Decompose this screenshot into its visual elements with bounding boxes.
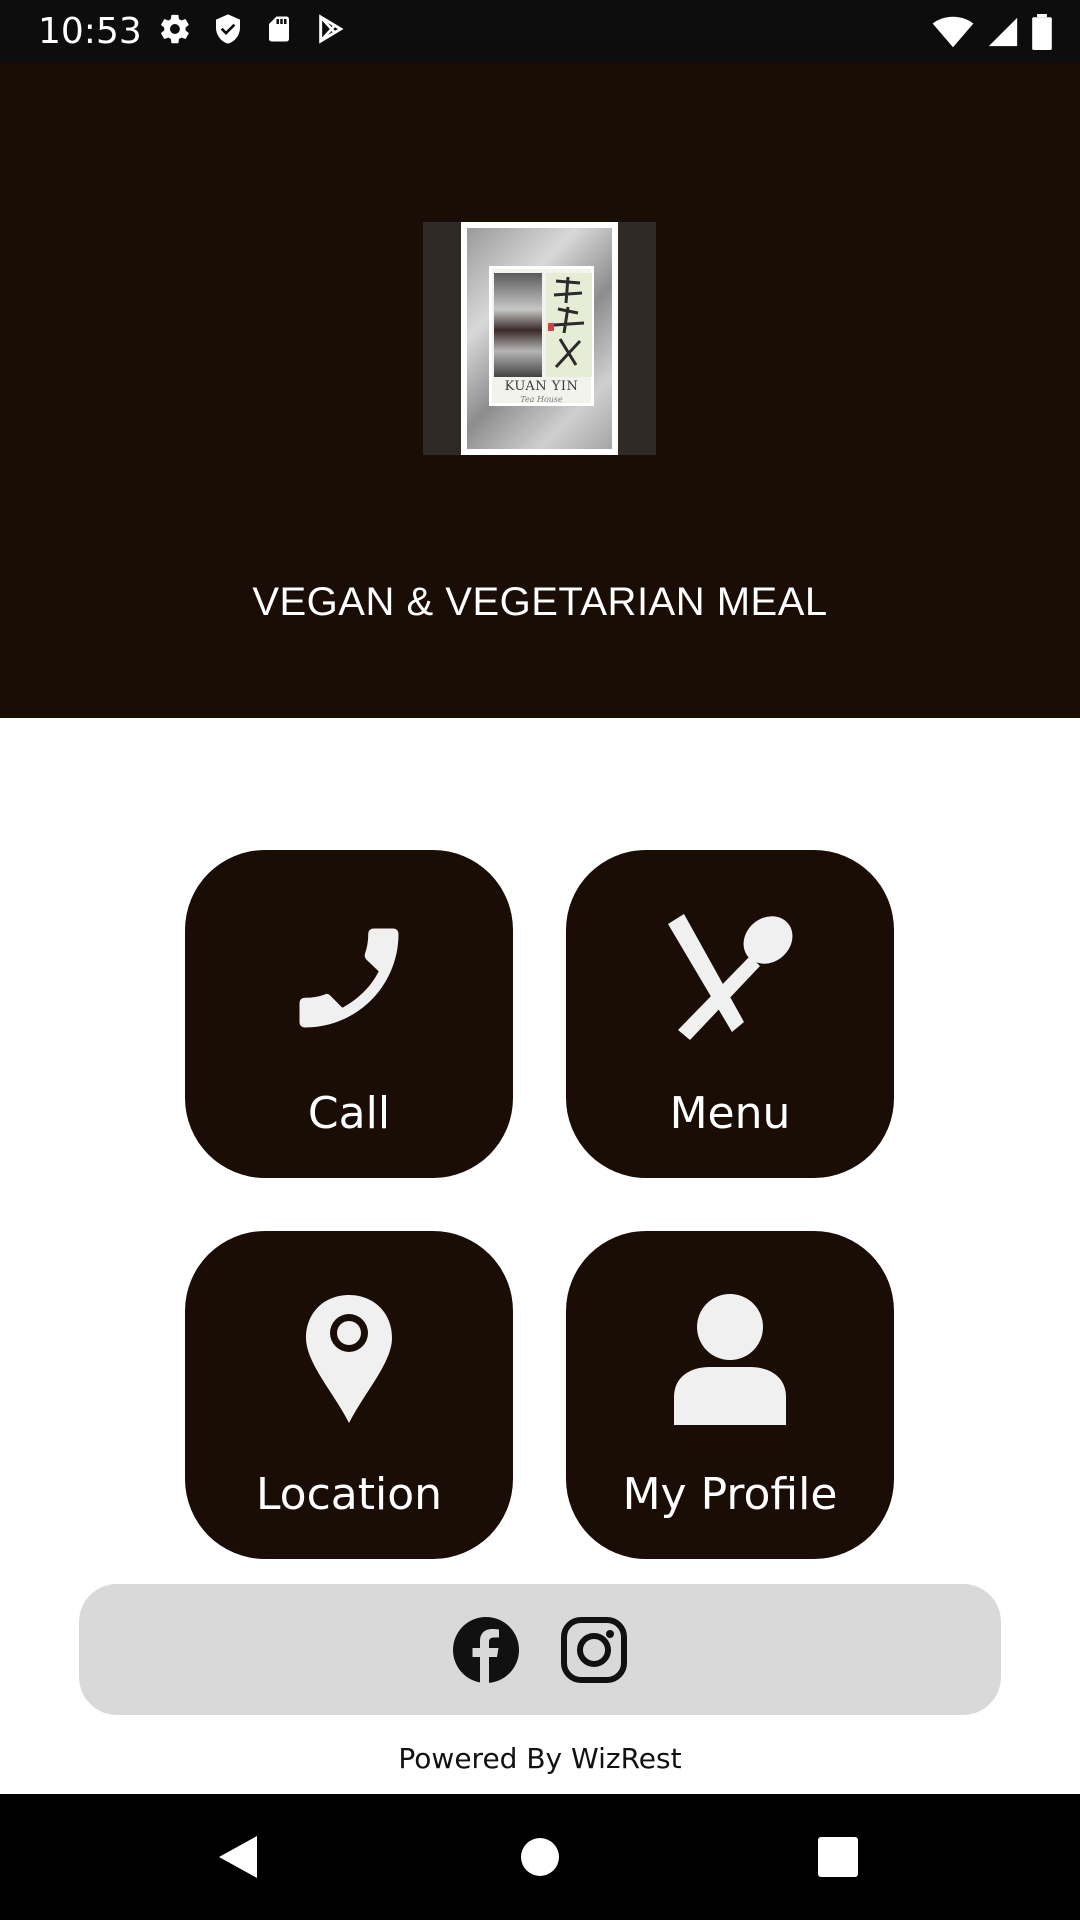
user-icon bbox=[566, 1289, 894, 1429]
phone-icon bbox=[185, 908, 513, 1048]
restaurant-tagline: VEGAN & VEGETARIAN MEAL bbox=[252, 580, 828, 624]
logo-calligraphy bbox=[546, 273, 592, 377]
home-icon[interactable] bbox=[480, 1794, 600, 1920]
restaurant-logo: KUAN YIN Tea House bbox=[423, 222, 656, 455]
logo-sub-text: Tea House bbox=[520, 395, 563, 404]
my-profile-button[interactable]: My Profile bbox=[566, 1231, 894, 1559]
logo-card: KUAN YIN Tea House bbox=[461, 222, 618, 455]
utensils-icon bbox=[566, 908, 894, 1048]
play-store-icon bbox=[314, 12, 346, 50]
powered-by-text: Powered By WizRest bbox=[398, 1742, 682, 1775]
logo-artwork: KUAN YIN Tea House bbox=[467, 228, 612, 449]
my-profile-label: My Profile bbox=[622, 1469, 838, 1520]
signal-icon bbox=[986, 15, 1020, 53]
location-label: Location bbox=[255, 1469, 443, 1520]
facebook-icon[interactable] bbox=[453, 1616, 519, 1683]
instagram-icon[interactable] bbox=[561, 1616, 627, 1683]
call-label: Call bbox=[307, 1088, 391, 1139]
call-button[interactable]: Call bbox=[185, 850, 513, 1178]
battery-icon bbox=[1032, 14, 1052, 54]
wifi-icon bbox=[932, 15, 974, 53]
status-bar: 10:53 bbox=[0, 0, 1080, 63]
logo-face-image bbox=[494, 273, 542, 377]
map-pin-icon bbox=[185, 1289, 513, 1429]
recents-icon[interactable] bbox=[778, 1794, 898, 1920]
restaurant-header: KUAN YIN Tea House VEGAN & VEGETARIAN ME… bbox=[0, 63, 1080, 718]
sd-card-icon bbox=[264, 12, 294, 50]
status-icons-right bbox=[932, 14, 1052, 54]
logo-panel: KUAN YIN Tea House bbox=[489, 266, 594, 406]
location-button[interactable]: Location bbox=[185, 1231, 513, 1559]
status-time: 10:53 bbox=[38, 11, 142, 52]
back-icon[interactable] bbox=[178, 1794, 298, 1920]
status-icons-left bbox=[158, 12, 346, 50]
menu-label: Menu bbox=[669, 1088, 791, 1139]
menu-button[interactable]: Menu bbox=[566, 850, 894, 1178]
system-nav-bar bbox=[0, 1794, 1080, 1920]
social-links-bar bbox=[79, 1584, 1001, 1715]
logo-name-text: KUAN YIN bbox=[504, 379, 579, 394]
shield-icon bbox=[212, 12, 244, 50]
settings-icon bbox=[158, 12, 192, 50]
